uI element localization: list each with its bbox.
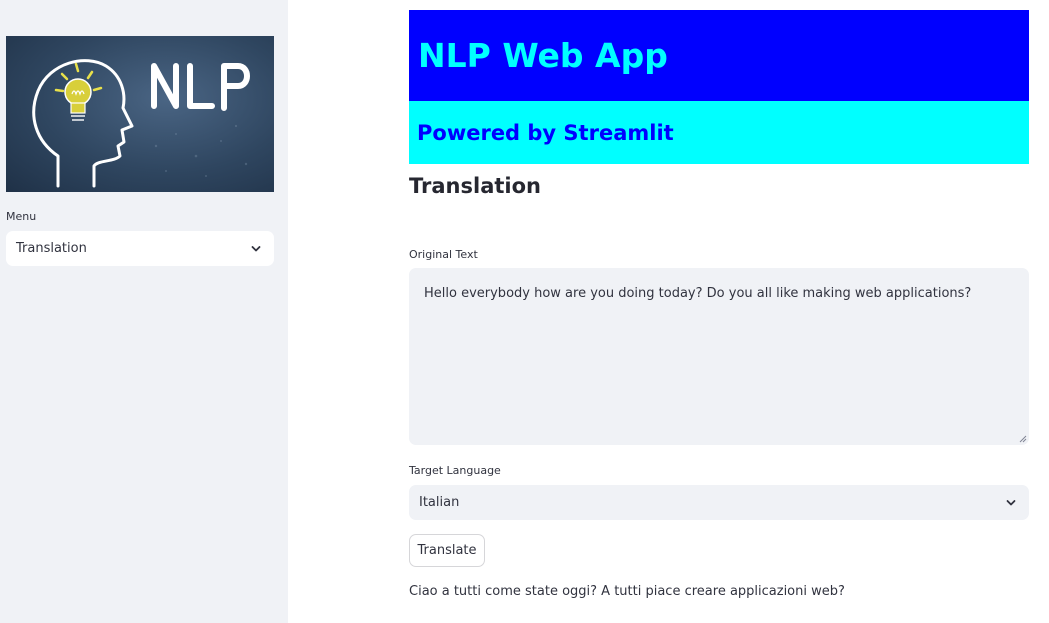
resize-grip-icon[interactable] [1019,435,1027,443]
target-language-label: Target Language [409,464,501,477]
section-title: Translation [409,174,541,198]
target-language-value: Italian [419,495,460,510]
title-banner: NLP Web App [409,10,1029,101]
original-text-value: Hello everybody how are you doing today?… [424,286,972,301]
chevron-down-icon [251,245,261,251]
main-content: NLP Web App Powered by Streamlit Transla… [288,0,1049,623]
menu-select-value: Translation [16,241,87,256]
app-title: NLP Web App [418,36,668,75]
menu-select[interactable]: Translation [6,231,274,266]
subtitle-banner: Powered by Streamlit [409,101,1029,164]
nlp-logo-image [6,36,274,192]
menu-label: Menu [6,210,37,223]
head-lightbulb-illustration [32,59,250,188]
original-text-label: Original Text [409,248,478,261]
app-subtitle: Powered by Streamlit [417,120,674,145]
sidebar: Menu Translation [0,0,288,623]
translation-result: Ciao a tutti come state oggi? A tutti pi… [409,584,845,599]
translate-button[interactable]: Translate [409,534,485,567]
app-root: Menu Translation NLP Web App Powered by … [0,0,1049,623]
original-text-input[interactable]: Hello everybody how are you doing today?… [409,268,1029,445]
chevron-down-icon [1006,499,1016,505]
target-language-select[interactable]: Italian [409,485,1029,520]
